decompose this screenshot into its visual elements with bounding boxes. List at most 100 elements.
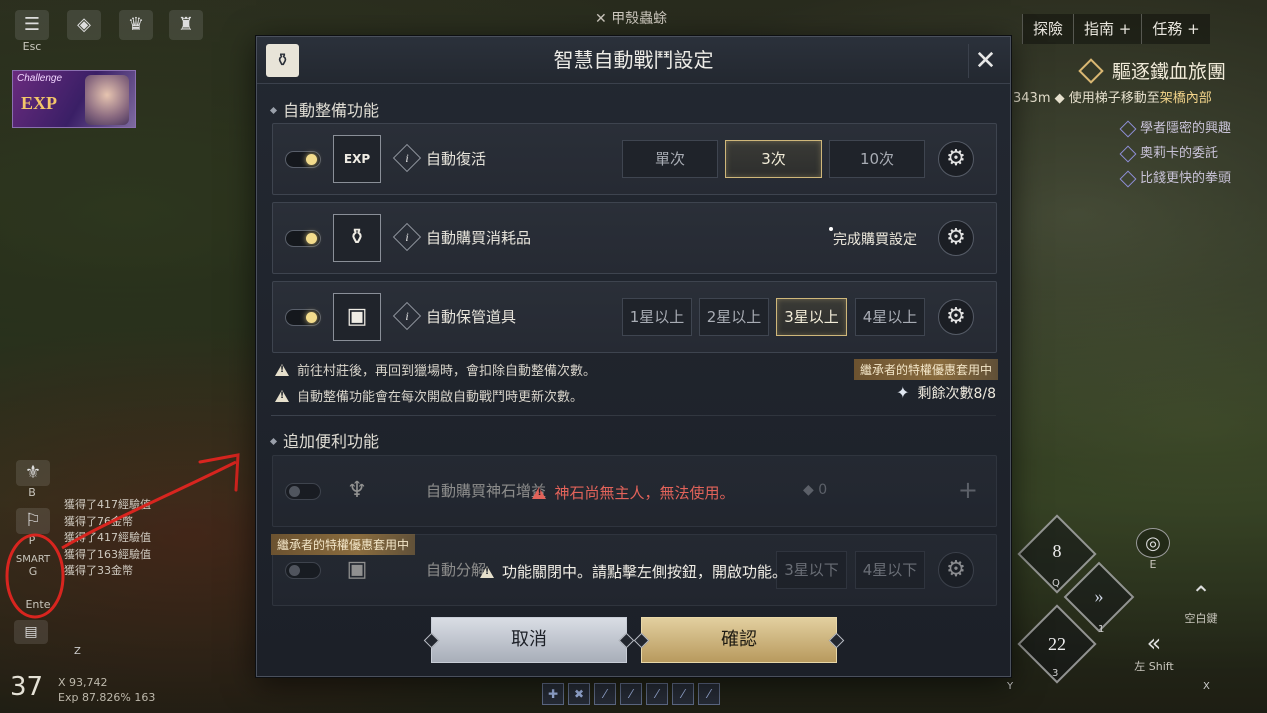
skill-slot-key: 3: [1052, 668, 1059, 679]
annotation-circle: [5, 533, 65, 619]
quest-title-text: 驅逐鐵血旅團: [1112, 61, 1227, 83]
notice-line: 自動整備功能會在每次開啟自動戰鬥時更新次數。: [275, 386, 583, 405]
quickbar-slot[interactable]: ⁄: [672, 683, 694, 705]
quickbar-slot[interactable]: ⁄: [620, 683, 642, 705]
nav-explore[interactable]: 探險: [1022, 14, 1074, 44]
dialog-title: 智慧自動戰鬥設定: [553, 48, 714, 72]
heir-privilege-badge: 繼承者的特權優惠套用中: [853, 359, 998, 380]
quest-item-label: 奧莉卡的委託: [1140, 146, 1219, 161]
auto-buy-toggle[interactable]: [285, 230, 321, 247]
remaining-count-text: 剩餘次數8/8: [917, 386, 996, 402]
info-icon[interactable]: i: [392, 222, 422, 252]
notice-line: 前往村莊後，再回到獵場時，會扣除自動整備次數。: [275, 360, 596, 379]
quest-title[interactable]: 驅逐鐵血旅團: [1078, 57, 1227, 84]
warning-icon: [479, 566, 494, 578]
auto-buy-consumables-row: ⚱ i 自動購買消耗品 完成購買設定 ⚙: [272, 202, 997, 274]
toggle-knob: [306, 312, 317, 323]
dash-icon: »: [1094, 586, 1104, 606]
quest-marker-icon: [1119, 145, 1137, 162]
toggle-knob: [306, 233, 317, 244]
quest-item[interactable]: 學者隱密的興趣: [1119, 116, 1232, 141]
quest-item[interactable]: 比錢更快的拳頭: [1119, 166, 1232, 191]
warning-icon: [275, 364, 289, 376]
quest-diamond-icon: [1078, 58, 1104, 84]
section-divider: [271, 415, 996, 416]
nav-guide[interactable]: 指南 +: [1073, 14, 1142, 44]
auto-buy-label: 自動購買消耗品: [426, 229, 532, 247]
gear-icon: ⚙: [946, 146, 966, 171]
quest-objective[interactable]: 343m ◆ 使用梯子移動至架橋內部: [1013, 87, 1212, 106]
remaining-count: ✦ 剩餘次數8/8: [896, 383, 996, 403]
notice-text: 前往村莊後，再回到獵場時，會扣除自動整備次數。: [297, 364, 597, 379]
quest-item-label: 學者隱密的興趣: [1140, 121, 1232, 136]
notice-text: 自動整備功能會在每次開啟自動戰鬥時更新次數。: [297, 390, 584, 405]
function-off-message: 功能關閉中。請點擊左側按鈕，開啟功能。: [257, 561, 1010, 582]
revive-option-single[interactable]: 單次: [622, 140, 718, 178]
quest-distance: 343m: [1013, 91, 1051, 106]
gear-icon: ⚙: [946, 225, 966, 250]
section-auto-maintenance: 自動整備功能: [271, 97, 379, 121]
store-option-2star[interactable]: 2星以上: [699, 298, 769, 336]
store-settings-button[interactable]: ⚙: [938, 299, 974, 335]
store-option-1star[interactable]: 1星以上: [622, 298, 692, 336]
quest-marker-icon: [1119, 170, 1137, 187]
auto-store-label: 自動保管道具: [426, 308, 517, 326]
quickbar-slot[interactable]: ✚: [542, 683, 564, 705]
quest-item[interactable]: 奧莉卡的委託: [1119, 141, 1231, 166]
top-center-text: 甲殼蟲蜍: [611, 11, 668, 27]
revive-option-3[interactable]: 3次: [725, 140, 822, 178]
smart-auto-battle-dialog: ⚱ 智慧自動戰鬥設定 ✕ 自動整備功能 EXP i 自動復活 單次 3次 10次…: [256, 36, 1011, 677]
sparkle-icon: ✦: [896, 383, 910, 402]
top-center-label: ✕ 甲殼蟲蜍: [595, 11, 668, 27]
revive-option-10[interactable]: 10次: [829, 140, 925, 178]
dialog-header: ⚱ 智慧自動戰鬥設定 ✕: [257, 37, 1010, 84]
quickbar-slot[interactable]: ⁄: [594, 683, 616, 705]
skill-slot-value: 22: [1048, 634, 1066, 654]
quest-objective-highlight: 架橋內部: [1159, 91, 1212, 106]
auto-revive-row: EXP i 自動復活 單次 3次 10次 ⚙: [272, 123, 997, 195]
quickbar-slot[interactable]: ⁄: [646, 683, 668, 705]
top-nav: 探險 指南 + 任務 +: [1022, 14, 1210, 44]
info-icon[interactable]: i: [392, 301, 422, 331]
toggle-knob: [306, 154, 317, 165]
gear-icon: ⚙: [946, 304, 966, 329]
confirm-button[interactable]: 確認: [641, 617, 837, 663]
annotation-arrow-line: [61, 460, 237, 550]
nav-quests[interactable]: 任務 +: [1141, 14, 1210, 44]
auto-revive-label: 自動復活: [426, 150, 487, 168]
cancel-button[interactable]: 取消: [431, 617, 627, 663]
quest-list: 學者隱密的興趣 奧莉卡的委託 比錢更快的拳頭: [1119, 116, 1232, 191]
y-key-label: Y: [1007, 681, 1014, 692]
auto-revive-toggle[interactable]: [285, 151, 321, 168]
godstone-unavailable-message: 神石尚無主人，無法使用。: [257, 482, 1010, 503]
store-option-3star[interactable]: 3星以上: [776, 298, 847, 336]
jump-key-label: 空白鍵: [1184, 612, 1218, 625]
evade-key-label: 左 Shift: [1134, 660, 1174, 673]
function-off-text: 功能關閉中。請點擊左側按鈕，開啟功能。: [501, 563, 787, 581]
x-key-label: X: [1203, 681, 1210, 692]
quest-item-label: 比錢更快的拳頭: [1140, 171, 1232, 186]
purchase-settings-button[interactable]: ⚙: [938, 220, 974, 256]
close-icon: ✕: [974, 46, 997, 76]
warning-icon: [275, 390, 289, 402]
revive-settings-button[interactable]: ⚙: [938, 141, 974, 177]
godstone-message-text: 神石尚無主人，無法使用。: [554, 484, 735, 502]
chest-icon: ▣: [333, 293, 381, 341]
target-icon[interactable]: ◎ E: [1131, 528, 1175, 571]
potion-icon: ⚱: [333, 214, 381, 262]
evade-icon[interactable]: « 左 Shift: [1128, 628, 1180, 674]
skill-slot-key: Q: [1052, 578, 1060, 589]
auto-store-toggle[interactable]: [285, 309, 321, 326]
info-icon[interactable]: i: [392, 143, 422, 173]
quickbar: ✚ ✖ ⁄ ⁄ ⁄ ⁄ ⁄: [542, 683, 720, 705]
quickbar-slot[interactable]: ✖: [568, 683, 590, 705]
close-button[interactable]: ✕: [968, 44, 1002, 78]
quickbar-slot[interactable]: ⁄: [698, 683, 720, 705]
jump-icon[interactable]: ⌃ 空白鍵: [1176, 580, 1226, 626]
purchase-settings-link[interactable]: 完成購買設定: [829, 227, 917, 249]
exp-heart-icon: EXP: [333, 135, 381, 183]
section-extra-convenience: 追加便利功能: [271, 428, 379, 452]
annotation-arrow-head: [198, 453, 240, 492]
store-option-4star[interactable]: 4星以上: [855, 298, 925, 336]
dash-key-label: 1: [1098, 624, 1105, 635]
